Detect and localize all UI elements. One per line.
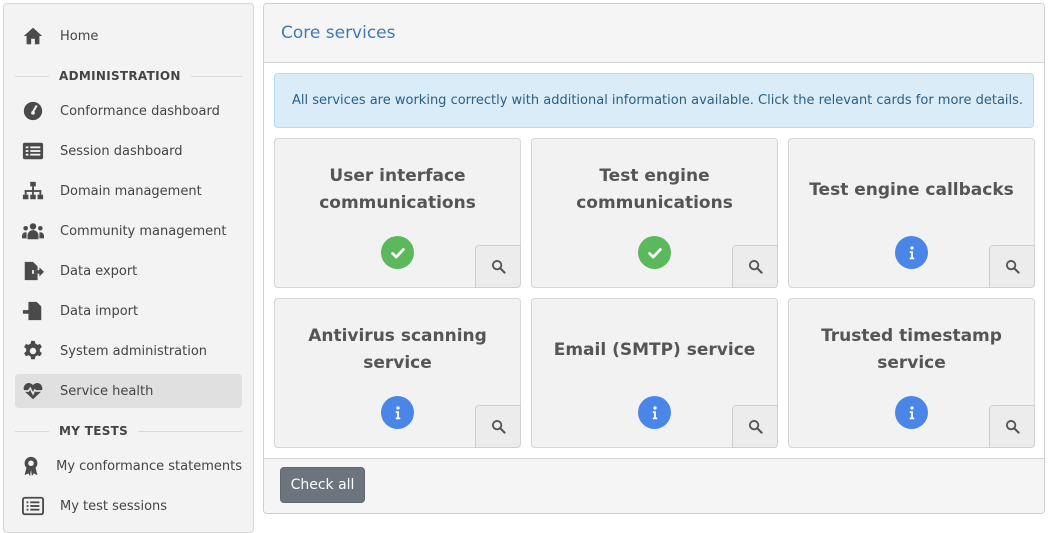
file-import-icon xyxy=(20,300,46,322)
card-title: User interface communications xyxy=(319,166,476,213)
sidebar-item-label: My test sessions xyxy=(60,498,168,514)
users-icon xyxy=(20,220,46,242)
sidebar-item-home[interactable]: Home xyxy=(15,19,242,53)
sidebar-item-label: Service health xyxy=(60,383,154,399)
info-icon xyxy=(381,396,414,429)
card-test-engine-communications[interactable]: Test engine communications xyxy=(531,138,778,288)
page-title: Core services xyxy=(281,23,396,43)
panel-header: Core services xyxy=(264,4,1044,63)
search-icon xyxy=(1005,259,1020,274)
sidebar-item-my-conformance-statements[interactable]: My conformance statements xyxy=(15,449,242,483)
check-icon xyxy=(638,236,671,269)
sidebar-item-label: Data export xyxy=(60,263,138,279)
card-title: Antivirus scanning service xyxy=(308,326,487,373)
section-title: MY TESTS xyxy=(59,424,129,438)
sidebar-item-system-administration[interactable]: System administration xyxy=(15,334,242,368)
sidebar-item-label: System administration xyxy=(60,343,208,359)
panel-footer: Check all xyxy=(264,458,1044,513)
card-title: Test engine callbacks xyxy=(809,179,1014,200)
search-icon xyxy=(491,259,506,274)
file-export-icon xyxy=(20,260,46,282)
sidebar-item-data-import[interactable]: Data import xyxy=(15,294,242,328)
card-title: Test engine communications xyxy=(576,166,733,213)
core-services-panel: Core services All services are working c… xyxy=(263,3,1045,514)
card-test-engine-callbacks[interactable]: Test engine callbacks xyxy=(788,138,1035,288)
card-title: Trusted timestamp service xyxy=(821,326,1002,373)
card-title: Email (SMTP) service xyxy=(553,339,756,360)
card-email-smtp-service[interactable]: Email (SMTP) service xyxy=(531,298,778,448)
sidebar-item-community-management[interactable]: Community management xyxy=(15,214,242,248)
sidebar-item-my-test-sessions[interactable]: My test sessions xyxy=(15,489,242,523)
sidebar-item-label: Conformance dashboard xyxy=(60,103,220,119)
list-alt-icon xyxy=(20,495,46,517)
sidebar-item-data-export[interactable]: Data export xyxy=(15,254,242,288)
details-button[interactable] xyxy=(732,405,778,448)
search-icon xyxy=(748,419,763,434)
details-button[interactable] xyxy=(989,245,1035,288)
info-icon xyxy=(895,396,928,429)
sidebar: Home ADMINISTRATION Conformance dashboar… xyxy=(3,3,254,533)
check-icon xyxy=(381,236,414,269)
gauge-icon xyxy=(20,100,46,122)
check-all-button[interactable]: Check all xyxy=(280,467,365,503)
details-button[interactable] xyxy=(475,405,521,448)
sidebar-item-conformance-dashboard[interactable]: Conformance dashboard xyxy=(15,94,242,128)
sidebar-item-label: Community management xyxy=(60,223,227,239)
sidebar-item-service-health[interactable]: Service health xyxy=(15,374,242,408)
status-alert: All services are working correctly with … xyxy=(274,73,1034,128)
info-icon xyxy=(895,236,928,269)
section-title: ADMINISTRATION xyxy=(59,69,181,83)
sitemap-icon xyxy=(20,180,46,202)
award-icon xyxy=(20,455,42,477)
card-antivirus-scanning-service[interactable]: Antivirus scanning service xyxy=(274,298,521,448)
search-icon xyxy=(748,259,763,274)
card-trusted-timestamp-service[interactable]: Trusted timestamp service xyxy=(788,298,1035,448)
search-icon xyxy=(491,419,506,434)
section-administration: ADMINISTRATION xyxy=(15,67,242,85)
details-button[interactable] xyxy=(732,245,778,288)
sidebar-item-domain-management[interactable]: Domain management xyxy=(15,174,242,208)
sidebar-item-session-dashboard[interactable]: Session dashboard xyxy=(15,134,242,168)
details-button[interactable] xyxy=(475,245,521,288)
heartbeat-icon xyxy=(20,380,46,402)
card-user-interface-communications[interactable]: User interface communications xyxy=(274,138,521,288)
sidebar-item-label: My conformance statements xyxy=(56,458,242,474)
details-button[interactable] xyxy=(989,405,1035,448)
home-icon xyxy=(20,25,46,47)
gear-icon xyxy=(20,340,46,362)
list-icon xyxy=(20,140,46,162)
section-my-tests: MY TESTS xyxy=(15,422,242,440)
search-icon xyxy=(1005,419,1020,434)
sidebar-item-label: Data import xyxy=(60,303,139,319)
sidebar-item-label: Home xyxy=(60,28,99,44)
sidebar-item-label: Session dashboard xyxy=(60,143,183,159)
info-icon xyxy=(638,396,671,429)
sidebar-item-label: Domain management xyxy=(60,183,202,199)
